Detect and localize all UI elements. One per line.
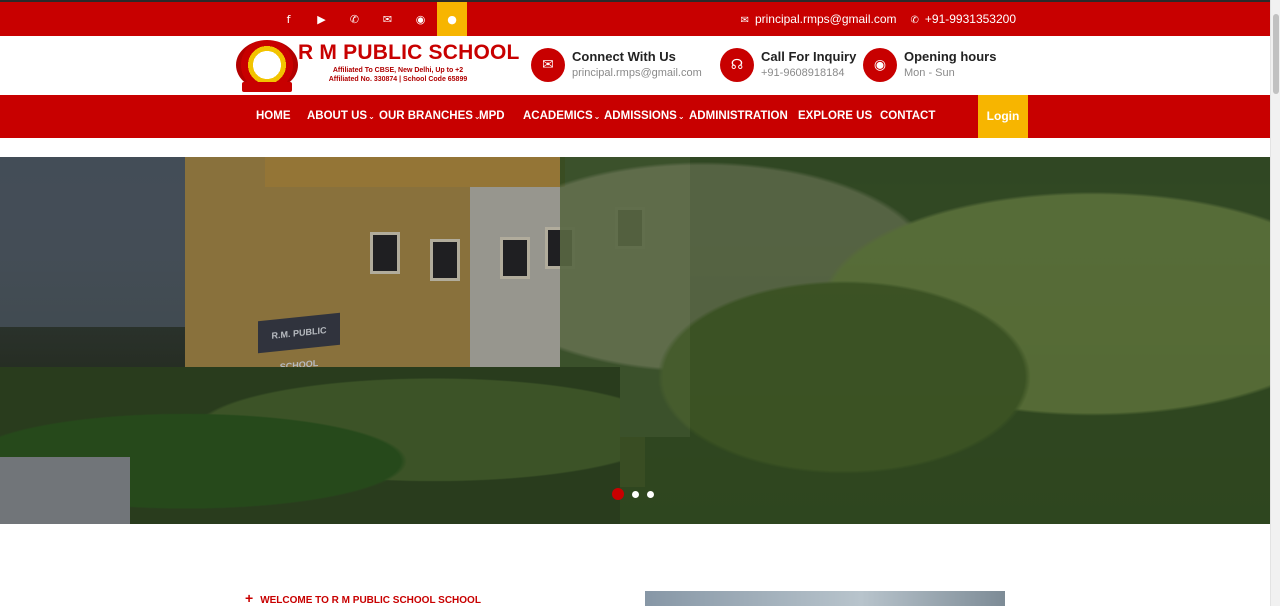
slider-dots (612, 488, 654, 500)
chevron-down-icon: ⌄ (677, 112, 685, 121)
site-header: R M PUBLIC SCHOOL Affiliated To CBSE, Ne… (0, 36, 1270, 95)
nav-explore-us[interactable]: EXPLORE US (798, 95, 872, 138)
school-name[interactable]: R M PUBLIC SCHOOL (298, 41, 520, 65)
top-email-text: principal.rmps@gmail.com (754, 12, 897, 26)
nav-about-us-label: ABOUT US (307, 110, 368, 122)
connect-email[interactable]: principal.rmps@gmail.com (572, 67, 702, 79)
welcome-heading: + WELCOME TO R M PUBLIC SCHOOL SCHOOL (245, 590, 481, 606)
nav-contact[interactable]: CONTACT (880, 95, 935, 138)
affiliation-info: Affiliated To CBSE, New Delhi, Up to +2 … (318, 66, 478, 84)
school-logo[interactable] (236, 40, 298, 92)
nav-admissions[interactable]: ADMISSIONS⌄ (604, 95, 685, 138)
connect-title: Connect With Us (572, 49, 676, 64)
page-scrollbar[interactable] (1270, 0, 1280, 606)
chevron-down-icon: ⌄ (368, 112, 375, 121)
intro-photo (645, 591, 1005, 606)
eye-icon: ◉ (863, 48, 897, 82)
slider-dot-1[interactable] (612, 488, 624, 500)
hero-slider[interactable]: R.M. PUBLIC SCHOOL (0, 157, 1270, 524)
mail-icon[interactable]: ✉ (371, 2, 404, 36)
nav-administration-label: ADMINISTRATION (689, 110, 788, 122)
nav-home-label: HOME (256, 110, 291, 122)
welcome-text: WELCOME TO R M PUBLIC SCHOOL SCHOOL (260, 595, 481, 606)
nav-mpd-label: MPD (479, 110, 505, 122)
login-button[interactable]: Login (978, 95, 1028, 138)
youtube-icon[interactable]: ▶ (305, 2, 338, 36)
nav-about-us[interactable]: ABOUT US⌄ (307, 95, 375, 138)
inquiry-title: Call For Inquiry (761, 49, 857, 64)
headphones-icon: ☊ (720, 48, 754, 82)
nav-academics-label: ACADEMICS (523, 110, 593, 122)
phone-icon[interactable]: ✆ (338, 2, 371, 36)
top-phone-link[interactable]: ✆ +91-9931353200 (911, 12, 1016, 26)
nav-home[interactable]: HOME (256, 95, 291, 138)
plus-icon: + (245, 590, 254, 606)
whatsapp-icon[interactable]: ◉ (404, 2, 437, 36)
affiliation-line-2: Affiliated No. 330874 | School Code 6589… (328, 76, 468, 83)
nav-academics[interactable]: ACADEMICS⌄ (523, 95, 600, 138)
chevron-down-icon: ⌄ (593, 112, 601, 121)
nav-explore-us-label: EXPLORE US (798, 110, 873, 122)
hours-value: Mon - Sun (904, 67, 955, 79)
main-nav: HOME ABOUT US⌄ OUR BRANCHES⌄ MPD ACADEMI… (0, 95, 1270, 138)
nav-our-branches[interactable]: OUR BRANCHES⌄ (379, 95, 481, 138)
affiliation-line-1: Affiliated To CBSE, New Delhi, Up to +2 (332, 67, 464, 74)
nav-our-branches-label: OUR BRANCHES (379, 110, 473, 122)
inquiry-phone[interactable]: +91-9608918184 (761, 67, 845, 79)
nav-contact-label: CONTACT (880, 110, 936, 122)
top-bar: f ▶ ✆ ✉ ◉ ● ✉ principal.rmps@gmail.com ✆ +… (0, 0, 1270, 36)
mail-icon: ✉ (740, 15, 749, 26)
scrollbar-thumb[interactable] (1273, 14, 1279, 94)
phone-icon: ✆ (910, 15, 919, 26)
top-phone-text: +91-9931353200 (924, 12, 1016, 26)
envelope-icon: ✉ (531, 48, 565, 82)
facebook-icon[interactable]: f (272, 2, 305, 36)
top-email-link[interactable]: ✉ principal.rmps@gmail.com (741, 12, 897, 26)
hours-title: Opening hours (904, 49, 997, 64)
slider-dot-3[interactable] (647, 490, 654, 498)
nav-administration[interactable]: ADMINISTRATION (689, 95, 788, 138)
social-links: f ▶ ✆ ✉ ◉ ● (272, 2, 467, 36)
user-icon[interactable]: ● (437, 2, 467, 36)
top-contact: ✉ principal.rmps@gmail.com ✆ +91-993135320… (741, 2, 1016, 36)
hero-overlay (0, 157, 1270, 524)
nav-admissions-label: ADMISSIONS (604, 110, 677, 122)
slider-dot-2[interactable] (632, 490, 639, 498)
nav-mpd[interactable]: MPD (479, 95, 505, 138)
